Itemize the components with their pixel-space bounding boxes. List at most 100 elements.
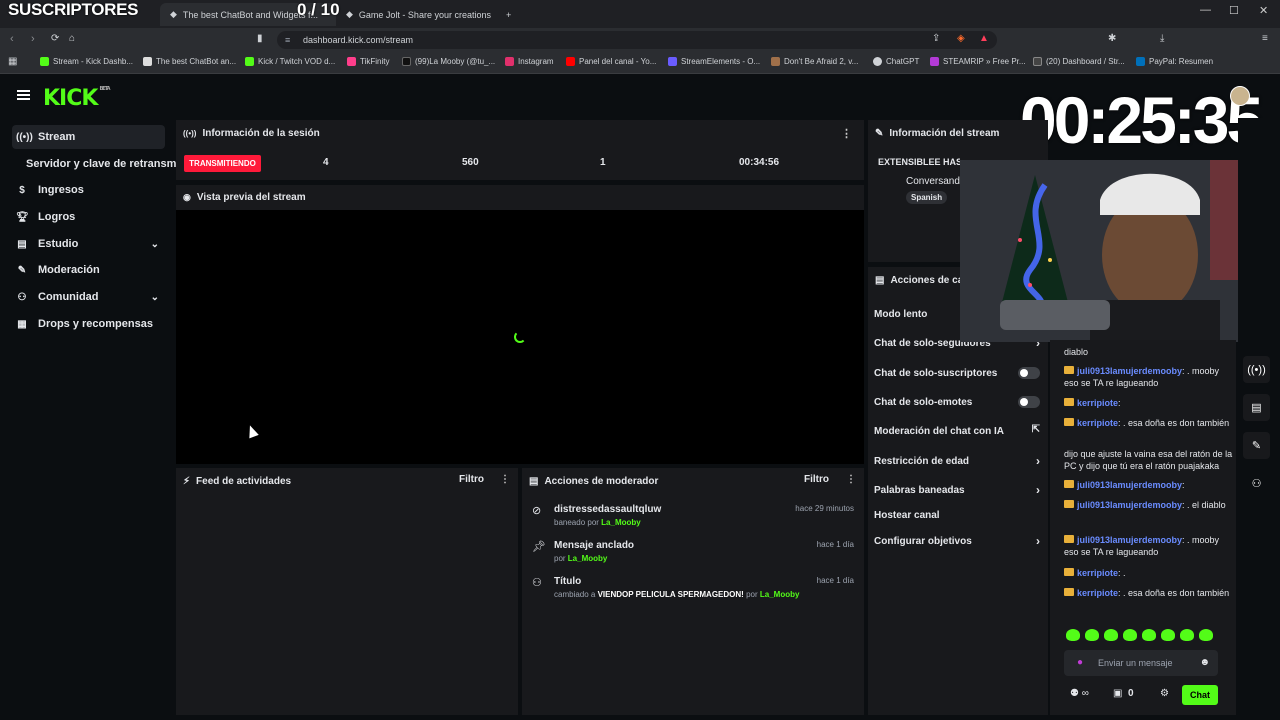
browser-tab[interactable]: ◆ Game Jolt - Share your creations: [336, 3, 496, 26]
emote-icon[interactable]: [1142, 629, 1156, 641]
session-info-panel: ((•)) Información de la sesión ⋮: [176, 120, 864, 180]
sidebar-item-server-key[interactable]: Servidor y clave de retransmisión: [22, 152, 182, 176]
extensions-icon[interactable]: ✱: [1108, 33, 1116, 44]
kebab-menu-icon[interactable]: ⋮: [500, 474, 510, 485]
bookmark-icon[interactable]: ▮: [257, 33, 263, 44]
gear-icon[interactable]: ⚙: [1160, 688, 1169, 699]
feed-filter-button[interactable]: Filtro: [459, 474, 484, 485]
bookmark-item[interactable]: (20) Dashboard / Str...: [1033, 57, 1125, 66]
sidebar-item-moderacion[interactable]: ✎ Moderación: [12, 258, 165, 282]
bookmark-item[interactable]: Panel del canal - Yo...: [566, 57, 656, 66]
bookmark-item[interactable]: STEAMRIP » Free Pr...: [930, 57, 1026, 66]
chat-username[interactable]: juli0913lamujerdemooby: [1077, 480, 1182, 490]
bookmark-item[interactable]: Don't Be Afraid 2, v...: [771, 57, 858, 66]
configure-goals-action[interactable]: Configurar objetivos ›: [874, 534, 1042, 548]
emote-icon[interactable]: [1161, 629, 1175, 641]
sidebar-item-comunidad[interactable]: ⚇ Comunidad ⌄: [12, 285, 165, 309]
emote-icon[interactable]: [1199, 629, 1213, 641]
emote-icon[interactable]: [1123, 629, 1137, 641]
wrench-rail-icon[interactable]: ✎: [1243, 432, 1270, 459]
bookmark-item[interactable]: Instagram: [505, 57, 554, 66]
share-icon[interactable]: ⇪: [932, 33, 940, 44]
emotes-only-action[interactable]: Chat de solo-emotes: [874, 396, 1042, 408]
url-text: dashboard.kick.com/stream: [303, 35, 414, 45]
webcam-overlay: [960, 160, 1280, 342]
url-field[interactable]: ≡ dashboard.kick.com/stream: [277, 31, 997, 49]
chevron-right-icon: ›: [1036, 454, 1040, 468]
new-tab-button[interactable]: +: [496, 3, 516, 26]
emote-icon[interactable]: [1180, 629, 1194, 641]
bookmark-item[interactable]: Kick / Twitch VOD d...: [245, 57, 335, 66]
forward-icon[interactable]: ›: [31, 33, 35, 45]
mod-filter-button[interactable]: Filtro: [804, 474, 829, 485]
bookmark-item[interactable]: TikFinity: [347, 57, 389, 66]
chat-username[interactable]: kerripiote: [1077, 418, 1118, 428]
stream-category: Conversand: [906, 176, 960, 187]
reload-icon[interactable]: ⟳: [51, 33, 59, 44]
bookmark-item[interactable]: PayPal: Resumen: [1136, 57, 1213, 66]
brave-shield-icon[interactable]: ◈: [957, 33, 965, 44]
stream-tag[interactable]: Spanish: [906, 191, 948, 204]
chat-input[interactable]: ● Enviar un mensaje ☻: [1064, 650, 1218, 676]
sidebar-item-estudio[interactable]: ▤ Estudio ⌄: [12, 232, 165, 256]
emote-icon[interactable]: [1104, 629, 1118, 641]
host-channel-action[interactable]: Hostear canal: [874, 510, 1042, 521]
mod-user-link[interactable]: La_Mooby: [760, 590, 800, 599]
mod-user-link[interactable]: La_Mooby: [568, 554, 608, 563]
emoji-icon[interactable]: ☻: [1199, 650, 1210, 676]
layout-rail-icon[interactable]: ▤: [1243, 394, 1270, 421]
broadcast-rail-icon[interactable]: ((•)): [1243, 356, 1270, 383]
age-restriction-action[interactable]: Restricción de edad ›: [874, 454, 1042, 468]
kebab-menu-icon[interactable]: ⋮: [846, 474, 856, 485]
subs-only-action[interactable]: Chat de solo-suscriptores: [874, 367, 1042, 379]
trophy-icon: 🏆︎: [16, 211, 29, 223]
emote-icon[interactable]: [1085, 629, 1099, 641]
kick-logo[interactable]: KICK BETA: [43, 86, 111, 111]
bookmark-item[interactable]: Stream - Kick Dashb...: [40, 57, 133, 66]
home-icon[interactable]: ⌂: [69, 33, 75, 44]
points-icon[interactable]: ⚉ ∞: [1070, 688, 1089, 699]
mod-action-detail: por La_Mooby: [554, 554, 608, 563]
ai-moderation-action[interactable]: Moderación del chat con IA ⇱: [874, 424, 1042, 437]
sidebar-item-stream[interactable]: ((•)) Stream: [12, 125, 165, 149]
chat-username[interactable]: kerripiote: [1077, 568, 1118, 578]
hamburger-menu-icon[interactable]: [17, 90, 30, 100]
subs-only-toggle[interactable]: [1018, 367, 1040, 379]
sidebar-item-ingresos[interactable]: $ Ingresos: [12, 178, 165, 202]
bookmark-item[interactable]: ChatGPT: [873, 57, 919, 66]
send-chat-button[interactable]: Chat: [1182, 685, 1218, 705]
chat-username[interactable]: juli0913lamujerdemooby: [1077, 366, 1182, 376]
minimize-icon[interactable]: —: [1200, 4, 1211, 16]
close-icon[interactable]: ✕: [1259, 4, 1268, 17]
site-settings-icon[interactable]: ≡: [285, 31, 290, 49]
microphone-icon[interactable]: ●: [1077, 650, 1083, 676]
chat-message: kerripiote: . esa doña es don también: [1064, 587, 1234, 599]
chat-username[interactable]: juli0913lamujerdemooby: [1077, 500, 1182, 510]
chat-message: kerripiote:: [1064, 397, 1234, 409]
instagram-favicon-icon: [505, 57, 514, 66]
mod-user-link[interactable]: La_Mooby: [601, 518, 641, 527]
chat-username[interactable]: kerripiote: [1077, 588, 1118, 598]
sidebar-item-drops[interactable]: ▦ Drops y recompensas: [12, 312, 165, 336]
share-rail-icon[interactable]: ⚇: [1243, 470, 1270, 497]
banned-words-action[interactable]: Palabras baneadas ›: [874, 483, 1042, 497]
stream-title: EXTENSIBLEE HASTA QUE SE ACABE EL AÑO???: [878, 157, 960, 167]
menu-icon[interactable]: ≡: [1262, 33, 1268, 44]
kick-favicon-icon: [245, 57, 254, 66]
emotes-only-toggle[interactable]: [1018, 396, 1040, 408]
avatar[interactable]: [1230, 86, 1250, 106]
chat-username[interactable]: juli0913lamujerdemooby: [1077, 535, 1182, 545]
chat-username[interactable]: kerripiote: [1077, 398, 1118, 408]
bookmark-item[interactable]: The best ChatBot an...: [143, 57, 236, 66]
sidebar-item-logros[interactable]: 🏆︎ Logros: [12, 205, 165, 229]
download-icon[interactable]: ⤓: [1160, 33, 1164, 44]
apps-grid-icon[interactable]: ▦: [8, 56, 17, 67]
maximize-icon[interactable]: ☐: [1229, 4, 1239, 17]
bookmark-item[interactable]: StreamElements - O...: [668, 57, 760, 66]
back-icon[interactable]: ‹: [10, 33, 14, 45]
kebab-menu-icon[interactable]: ⋮: [841, 127, 852, 140]
rewards-icon[interactable]: ▲: [979, 33, 989, 44]
emote-icon[interactable]: [1066, 629, 1080, 641]
crown-badge-icon: [1064, 480, 1074, 488]
bookmark-item[interactable]: (99)La Mooby (@tu_...: [402, 57, 495, 66]
